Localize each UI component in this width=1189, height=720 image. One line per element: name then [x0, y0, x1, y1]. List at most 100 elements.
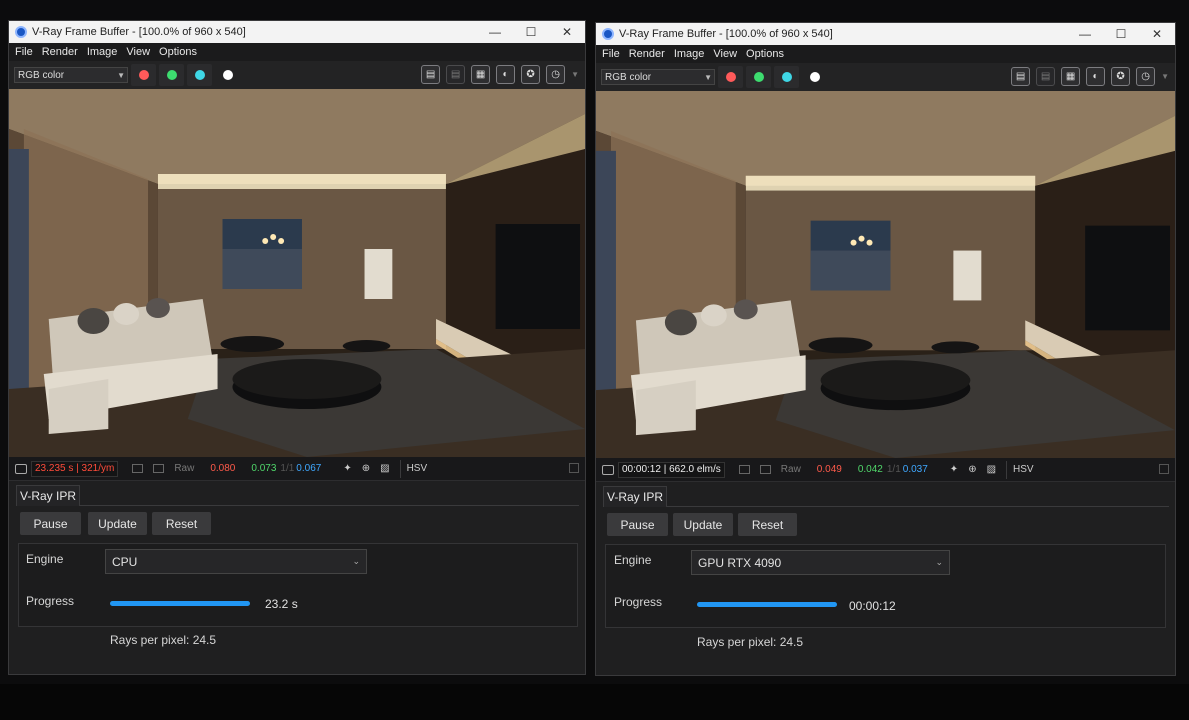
- green-channel-button[interactable]: [746, 66, 771, 88]
- pixel-g-value: 0.073: [251, 463, 277, 474]
- pixel-info-icon[interactable]: [132, 464, 144, 473]
- blue-dot-icon: [781, 72, 792, 82]
- color-mode-label: HSV: [406, 463, 428, 474]
- vray-app-icon: [602, 28, 614, 40]
- history-icon[interactable]: ▦: [1061, 67, 1081, 86]
- render-viewport[interactable]: [596, 91, 1175, 458]
- close-icon[interactable]: ✕: [549, 21, 585, 43]
- blue-dot-icon: [194, 70, 205, 80]
- rays-per-pixel: Rays per pixel: 24.5: [697, 635, 804, 649]
- raw-label: Raw: [780, 464, 801, 475]
- title-bar[interactable]: V-Ray Frame Buffer - [100.0% of 960 x 54…: [9, 21, 585, 43]
- menu-render[interactable]: Render: [42, 46, 78, 58]
- panel-toggle-icon[interactable]: [569, 463, 579, 473]
- compare-icon[interactable]: ◐: [496, 65, 516, 84]
- close-icon[interactable]: ✕: [1139, 23, 1175, 45]
- channel-select[interactable]: RGB color ▼: [14, 67, 128, 83]
- render-viewport[interactable]: [9, 89, 585, 457]
- reset-button[interactable]: Reset: [152, 512, 211, 535]
- menu-bar: File Render Image View Options: [9, 43, 585, 61]
- menu-options[interactable]: Options: [746, 48, 784, 60]
- color-mode-field[interactable]: HSV: [399, 459, 550, 478]
- history-icon[interactable]: ▦: [471, 65, 491, 84]
- vfb-toolbar: RGB color ▼ ▤ ▤ ▦ ◐ ✪ ◷ ▼: [596, 63, 1175, 91]
- render-stats-icon: [15, 463, 27, 474]
- tab-vray-ipr[interactable]: V-Ray IPR: [16, 485, 80, 506]
- red-dot-icon: [138, 70, 149, 80]
- red-channel-button[interactable]: [718, 66, 743, 88]
- update-button[interactable]: Update: [88, 512, 147, 535]
- pause-button[interactable]: Pause: [607, 513, 668, 536]
- render-time-box: 23.235 s | 321/ym: [31, 460, 119, 477]
- pixel-r-value: 0.080: [210, 463, 236, 474]
- swatch-icon[interactable]: ▨: [380, 463, 389, 474]
- save-image-icon[interactable]: ▤: [1011, 67, 1031, 86]
- panel-toggle-icon[interactable]: [1159, 464, 1169, 474]
- menu-view[interactable]: View: [713, 48, 737, 60]
- blue-channel-button[interactable]: [187, 64, 212, 86]
- chevron-down-icon: ▼: [704, 72, 712, 82]
- title-bar[interactable]: V-Ray Frame Buffer - [100.0% of 960 x 54…: [596, 23, 1175, 45]
- alpha-channel-button[interactable]: [802, 66, 827, 88]
- stamp-icon[interactable]: ◷: [1136, 67, 1156, 86]
- toolbar-icon-group: ▤ ▤ ▦ ◐ ✪ ◷ ▼: [1011, 67, 1169, 86]
- engine-value: GPU RTX 4090: [698, 555, 782, 570]
- progress-bar: [110, 601, 250, 606]
- stamp-icon[interactable]: ◷: [546, 65, 566, 84]
- eyedropper-icon[interactable]: ✦: [343, 463, 351, 474]
- eyedropper-icon[interactable]: ✦: [950, 464, 958, 475]
- menu-file[interactable]: File: [602, 48, 620, 60]
- image-info-icon[interactable]: [153, 464, 165, 473]
- menu-file[interactable]: File: [15, 46, 33, 58]
- maximize-icon[interactable]: ☐: [1103, 23, 1139, 45]
- clear-image-icon[interactable]: ▤: [446, 65, 466, 84]
- lens-effects-icon[interactable]: ✪: [1111, 67, 1131, 86]
- compare-icon[interactable]: ◐: [1086, 67, 1106, 86]
- update-button[interactable]: Update: [673, 513, 733, 536]
- reset-button[interactable]: Reset: [738, 513, 797, 536]
- toolbar-icon-group: ▤ ▤ ▦ ◐ ✪ ◷ ▼: [421, 65, 579, 84]
- value-separator: 1/1: [280, 463, 295, 474]
- save-image-icon[interactable]: ▤: [421, 65, 441, 84]
- pixel-info-icon[interactable]: [738, 465, 750, 474]
- menu-image[interactable]: Image: [674, 48, 705, 60]
- pixel-b-value: 0.067: [296, 463, 322, 474]
- status-bar: 23.235 s | 321/ym Raw 0.080 0.073 1/1 0.…: [9, 457, 585, 481]
- rendered-interior-image: [596, 91, 1175, 458]
- image-info-icon[interactable]: [759, 465, 771, 474]
- raw-label: Raw: [174, 463, 195, 474]
- toolbar-more-icon[interactable]: ▼: [1161, 72, 1169, 81]
- red-channel-button[interactable]: [131, 64, 156, 86]
- pixel-b-value: 0.037: [902, 464, 928, 475]
- engine-select[interactable]: GPU RTX 4090 ⌄: [691, 550, 950, 575]
- window-title: V-Ray Frame Buffer - [100.0% of 960 x 54…: [32, 26, 246, 38]
- white-dot-icon: [809, 72, 820, 82]
- swatch-icon[interactable]: ▨: [987, 464, 996, 475]
- clear-image-icon[interactable]: ▤: [1036, 67, 1056, 86]
- alpha-channel-button[interactable]: [215, 64, 240, 86]
- minimize-icon[interactable]: —: [477, 21, 513, 43]
- lens-effects-icon[interactable]: ✪: [521, 65, 541, 84]
- maximize-icon[interactable]: ☐: [513, 21, 549, 43]
- green-channel-button[interactable]: [159, 64, 184, 86]
- color-mode-field[interactable]: HSV: [1006, 460, 1156, 479]
- render-time: 23.235 s | 321/ym: [35, 463, 115, 474]
- engine-select[interactable]: CPU ⌄: [105, 549, 367, 574]
- red-dot-icon: [725, 72, 736, 82]
- tab-vray-ipr[interactable]: V-Ray IPR: [603, 486, 667, 507]
- menu-bar: File Render Image View Options: [596, 45, 1175, 63]
- minimize-icon[interactable]: —: [1067, 23, 1103, 45]
- background-strip: [0, 684, 1189, 720]
- blue-channel-button[interactable]: [774, 66, 799, 88]
- channel-select[interactable]: RGB color ▼: [601, 69, 715, 85]
- color-mode-icon[interactable]: ⊕: [362, 463, 370, 474]
- menu-render[interactable]: Render: [629, 48, 665, 60]
- menu-options[interactable]: Options: [159, 46, 197, 58]
- rendered-interior-image: [9, 89, 585, 457]
- menu-view[interactable]: View: [126, 46, 150, 58]
- toolbar-more-icon[interactable]: ▼: [571, 70, 579, 79]
- engine-value: CPU: [112, 554, 138, 569]
- pause-button[interactable]: Pause: [20, 512, 81, 535]
- menu-image[interactable]: Image: [87, 46, 118, 58]
- color-mode-icon[interactable]: ⊕: [968, 464, 976, 475]
